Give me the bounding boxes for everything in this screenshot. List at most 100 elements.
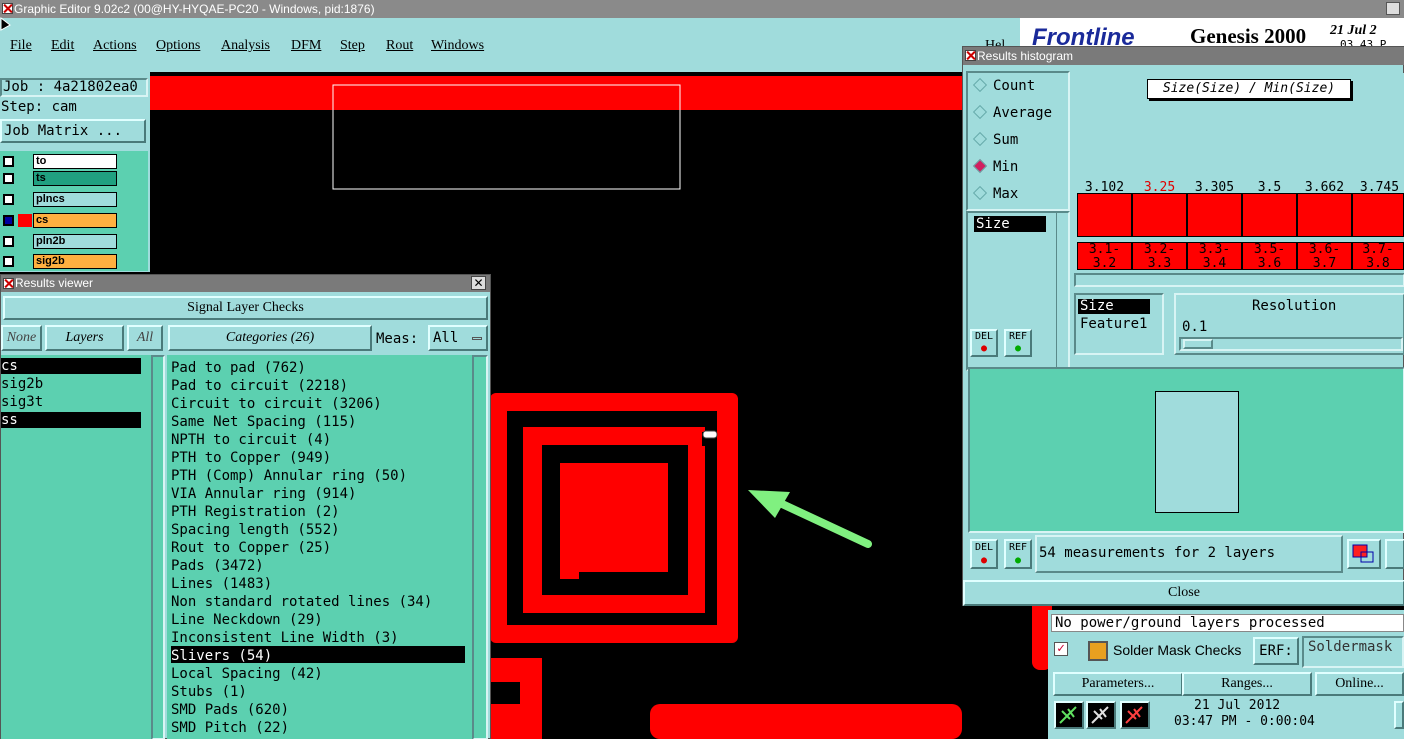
resolution-slider[interactable]: [1179, 337, 1403, 351]
resolution-panel: Resolution 0.1: [1174, 293, 1404, 355]
axis-list-item-size[interactable]: Size: [1078, 299, 1150, 314]
ref-button[interactable]: REF ●: [1004, 539, 1032, 569]
category-item[interactable]: Pad to pad (762): [171, 359, 306, 377]
menu-file[interactable]: File: [10, 38, 32, 54]
results-viewer-window: Results viewer ✕ Signal Layer Checks Non…: [0, 274, 491, 739]
layer-row-plncs[interactable]: plncs: [0, 191, 118, 208]
histogram-options-icon[interactable]: [1385, 539, 1404, 569]
check-enabled-checkbox[interactable]: ✓: [1054, 642, 1068, 656]
solder-mask-icon: [1088, 641, 1108, 661]
meas-select[interactable]: All: [428, 325, 488, 351]
all-button[interactable]: All: [127, 325, 163, 351]
stop-check-icon[interactable]: [1120, 701, 1150, 729]
axis-list: Size Feature1: [1074, 293, 1164, 355]
signal-layer-checks-heading[interactable]: Signal Layer Checks: [3, 296, 488, 320]
layer-row-cs[interactable]: cs: [0, 212, 118, 229]
field-list-scrollbar[interactable]: [1056, 213, 1070, 369]
category-item[interactable]: Stubs (1): [171, 683, 247, 701]
close-icon[interactable]: ✕: [471, 276, 486, 290]
cursor-icon: [0, 16, 14, 31]
layer-list-item-cs[interactable]: cs: [1, 358, 141, 374]
resolution-label: Resolution: [1252, 298, 1337, 314]
job-panel: Job : 4a21802ea0 Step: cam Job Matrix ..…: [0, 72, 150, 272]
category-item[interactable]: Pads (3472): [171, 557, 264, 575]
axis-list-item-feature1[interactable]: Feature1: [1078, 317, 1147, 332]
status-date: 21 Jul 2012: [1194, 698, 1281, 713]
category-item[interactable]: Spacing length (552): [171, 521, 340, 539]
step-check-icon[interactable]: [1086, 701, 1116, 729]
category-item[interactable]: PTH Registration (2): [171, 503, 340, 521]
menu-step[interactable]: Step: [340, 38, 365, 54]
layer-list-scrollbar[interactable]: [151, 355, 165, 739]
aggregation-radio-group: [966, 71, 1070, 211]
del-button[interactable]: DEL ●: [970, 539, 998, 569]
category-item[interactable]: SMD Pitch (22): [171, 719, 289, 737]
status-panel: No power/ground layers processed ✓ Solde…: [1048, 610, 1404, 739]
menu-options[interactable]: Options: [156, 38, 200, 54]
layer-row-to[interactable]: to: [0, 153, 118, 170]
measurements-count: 54 measurements for 2 layers: [1035, 535, 1343, 573]
layer-list-item-sig3t[interactable]: sig3t: [1, 394, 43, 410]
job-matrix-button[interactable]: Job Matrix ...: [0, 119, 146, 143]
minimize-icon[interactable]: [1386, 2, 1400, 15]
category-item[interactable]: Rout to Copper (25): [171, 539, 331, 557]
step-name: Step: cam: [1, 99, 77, 115]
run-check-icon[interactable]: [1054, 701, 1084, 729]
window-title: Graphic Editor 9.02c2 (00@HY-HYQAE-PC20 …: [14, 2, 375, 16]
ref-button-top[interactable]: REF ●: [1004, 329, 1032, 357]
category-item[interactable]: Inconsistent Line Width (3): [171, 629, 399, 647]
status-time: 03:47 PM - 0:00:04: [1174, 714, 1315, 729]
none-button[interactable]: None: [1, 325, 42, 351]
status-extra-button[interactable]: [1394, 701, 1404, 729]
layer-row-sig2b[interactable]: sig2b: [0, 253, 118, 270]
category-item[interactable]: NPTH to circuit (4): [171, 431, 331, 449]
menu-actions[interactable]: Actions: [93, 38, 137, 54]
category-item[interactable]: Local Spacing (42): [171, 665, 323, 683]
results-histogram-window: Results histogram Size(Size) / Min(Size)…: [962, 46, 1404, 606]
histogram-preview: [968, 367, 1404, 533]
del-button-top[interactable]: DEL ●: [970, 329, 998, 357]
preview-frame: [1155, 391, 1239, 513]
category-item[interactable]: SMD Pads (620): [171, 701, 289, 719]
category-item[interactable]: PTH to Copper (949): [171, 449, 331, 467]
categories-button[interactable]: Categories (26): [168, 325, 372, 351]
resolution-value: 0.1: [1182, 319, 1208, 335]
layer-row-ts[interactable]: ts: [0, 170, 118, 187]
menu-windows[interactable]: Windows: [431, 38, 484, 54]
category-item[interactable]: Non standard rotated lines (34): [171, 593, 432, 611]
category-item[interactable]: Circuit to circuit (3206): [171, 395, 382, 413]
field-list-item-size[interactable]: Size: [974, 216, 1046, 232]
meas-label: Meas:: [376, 331, 419, 347]
main-title-bar: Graphic Editor 9.02c2 (00@HY-HYQAE-PC20 …: [0, 0, 1404, 18]
histogram-hscrollbar[interactable]: [1074, 273, 1404, 287]
histogram-titlebar: Results histogram: [963, 47, 1404, 65]
category-item[interactable]: Pad to circuit (2218): [171, 377, 348, 395]
results-viewer-titlebar: Results viewer ✕: [1, 275, 490, 292]
category-item[interactable]: PTH (Comp) Annular ring (50): [171, 467, 407, 485]
brand-date: 21 Jul 2: [1330, 23, 1377, 38]
erf-input[interactable]: Soldermask: [1302, 636, 1404, 668]
menu-rout[interactable]: Rout: [386, 38, 413, 54]
layer-list-item-sig2b[interactable]: sig2b: [1, 376, 43, 392]
online-button[interactable]: Online...: [1315, 672, 1404, 696]
ranges-button[interactable]: Ranges...: [1182, 672, 1312, 696]
erf-label: ERF:: [1253, 637, 1299, 665]
parameters-button[interactable]: Parameters...: [1053, 672, 1183, 696]
histogram-close-button[interactable]: Close: [963, 580, 1404, 606]
category-item[interactable]: VIA Annular ring (914): [171, 485, 356, 503]
layer-row-pln2b[interactable]: pln2b: [0, 233, 118, 250]
category-item[interactable]: Slivers (54): [171, 647, 272, 665]
category-list-scrollbar[interactable]: [472, 355, 488, 739]
category-item[interactable]: Same Net Spacing (115): [171, 413, 356, 431]
layer-list-item-ss[interactable]: ss: [1, 412, 141, 428]
menu-bar: File Edit Actions Options Analysis DFM S…: [0, 18, 1020, 72]
menu-analysis[interactable]: Analysis: [221, 38, 270, 54]
histogram-export-icon[interactable]: [1347, 539, 1381, 569]
layers-button[interactable]: Layers: [45, 325, 124, 351]
resolution-slider-thumb[interactable]: [1183, 339, 1213, 349]
category-item[interactable]: Lines (1483): [171, 575, 272, 593]
menu-dfm[interactable]: DFM: [291, 38, 321, 54]
layer-list: cs sig2b sig3t ss: [1, 355, 165, 739]
category-item[interactable]: Line Neckdown (29): [171, 611, 323, 629]
menu-edit[interactable]: Edit: [51, 38, 74, 54]
